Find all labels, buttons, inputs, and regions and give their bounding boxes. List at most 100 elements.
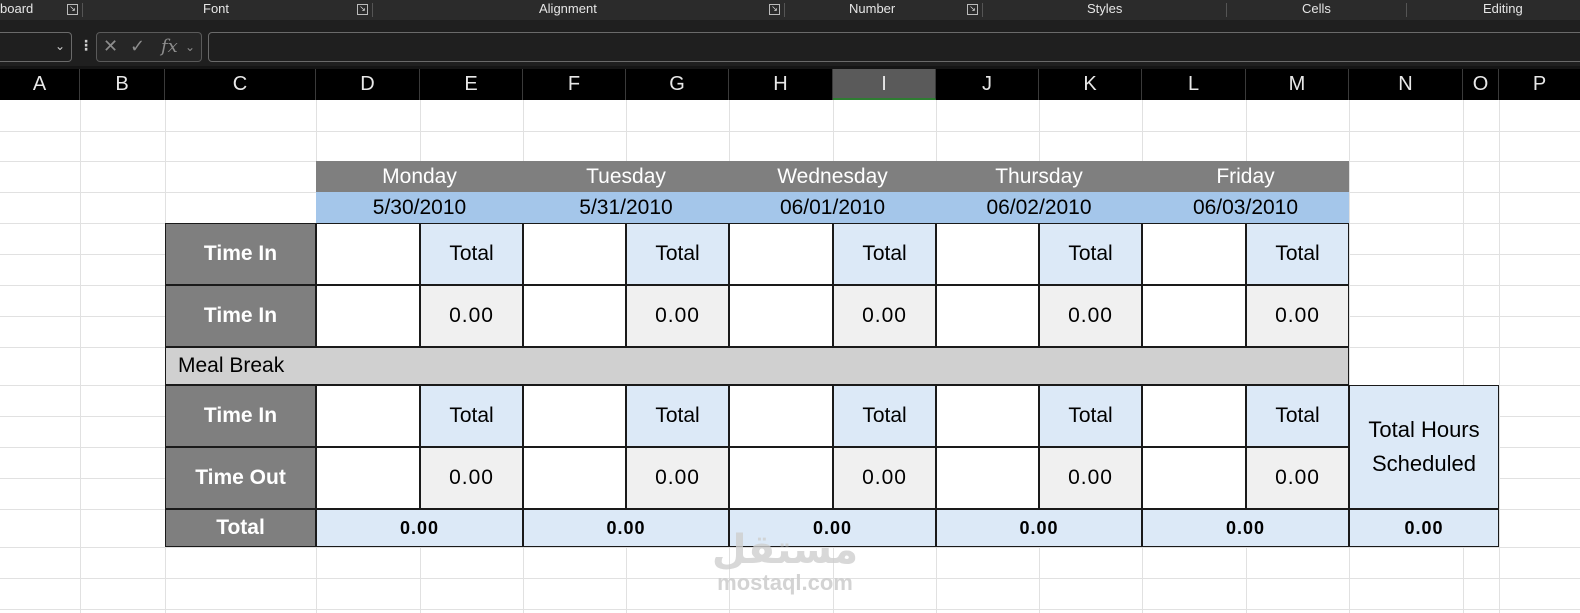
subtotal-value-cell[interactable]: 0.00 (1039, 285, 1142, 347)
time-entry-cell[interactable] (1142, 447, 1246, 509)
time-entry-cell[interactable] (523, 385, 626, 447)
day-total-tuesday[interactable]: 0.00 (523, 509, 729, 547)
day-total-monday[interactable]: 0.00 (316, 509, 523, 547)
time-entry-cell[interactable] (316, 385, 420, 447)
date-cell-thursday[interactable]: 06/02/2010 (936, 192, 1142, 223)
column-header-l[interactable]: L (1142, 69, 1246, 100)
column-header-g[interactable]: G (626, 69, 729, 100)
total-label-cell[interactable]: Total (1039, 385, 1142, 447)
date-cell-friday[interactable]: 06/03/2010 (1142, 192, 1349, 223)
insert-function-icon[interactable]: fx (161, 36, 178, 57)
column-header-d[interactable]: D (316, 69, 420, 100)
subtotal-value-cell[interactable]: 0.00 (1246, 285, 1349, 347)
date-cell-tuesday[interactable]: 5/31/2010 (523, 192, 729, 223)
subtotal-value-cell[interactable]: 0.00 (420, 447, 523, 509)
ribbon-separator (1406, 3, 1407, 17)
chevron-down-icon[interactable]: ⌄ (185, 40, 195, 54)
subtotal-value-cell[interactable]: 0.00 (420, 285, 523, 347)
time-entry-cell[interactable] (729, 447, 833, 509)
row-label-time-out[interactable]: Time Out (165, 447, 316, 509)
column-header-m[interactable]: M (1246, 69, 1349, 100)
subtotal-value-cell[interactable]: 0.00 (626, 285, 729, 347)
formula-input[interactable] (208, 32, 1580, 62)
time-entry-cell[interactable] (316, 285, 420, 347)
column-header-h[interactable]: H (729, 69, 833, 100)
font-dialog-launcher-icon[interactable]: ↘ (357, 4, 368, 15)
ribbon-separator (82, 3, 83, 17)
close-icon[interactable]: ✕ (103, 36, 118, 57)
time-entry-cell[interactable] (1142, 285, 1246, 347)
total-label-cell[interactable]: Total (1246, 223, 1349, 285)
time-entry-cell[interactable] (523, 447, 626, 509)
column-header-p[interactable]: P (1499, 69, 1580, 100)
alignment-dialog-launcher-icon[interactable]: ↘ (769, 4, 780, 15)
column-header-e[interactable]: E (420, 69, 523, 100)
total-label-cell[interactable]: Total (626, 385, 729, 447)
column-header-a[interactable]: A (0, 69, 80, 100)
row-label-time-in[interactable]: Time In (165, 385, 316, 447)
day-total-thursday[interactable]: 0.00 (936, 509, 1142, 547)
gridline (0, 578, 1580, 579)
day-header-tuesday[interactable]: Tuesday (523, 161, 729, 192)
total-hours-label-line2: Scheduled (1372, 451, 1476, 476)
ribbon-group-font: Font (203, 1, 230, 16)
column-headers: A B C D E F G H I J K L M N O P (0, 69, 1580, 100)
column-header-k[interactable]: K (1039, 69, 1142, 100)
time-entry-cell[interactable] (523, 223, 626, 285)
more-options-icon[interactable]: ⋮ (79, 37, 93, 54)
time-entry-cell[interactable] (729, 285, 833, 347)
subtotal-value-cell[interactable]: 0.00 (626, 447, 729, 509)
chevron-down-icon[interactable]: ⌄ (55, 39, 65, 53)
total-label-cell[interactable]: Total (626, 223, 729, 285)
day-header-wednesday[interactable]: Wednesday (729, 161, 936, 192)
time-entry-cell[interactable] (523, 285, 626, 347)
total-label-cell[interactable]: Total (1039, 223, 1142, 285)
check-icon[interactable]: ✓ (130, 36, 145, 57)
meal-break-row[interactable]: Meal Break (165, 347, 1349, 385)
day-header-monday[interactable]: Monday (316, 161, 523, 192)
column-header-c[interactable]: C (165, 69, 316, 100)
time-entry-cell[interactable] (936, 385, 1039, 447)
column-header-i[interactable]: I (833, 69, 936, 100)
total-hours-scheduled-label[interactable]: Total Hours Scheduled (1349, 385, 1499, 509)
column-header-b[interactable]: B (80, 69, 165, 100)
column-header-o[interactable]: O (1463, 69, 1499, 100)
total-label-cell[interactable]: Total (420, 385, 523, 447)
row-label-time-in[interactable]: Time In (165, 285, 316, 347)
column-header-j[interactable]: J (936, 69, 1039, 100)
number-dialog-launcher-icon[interactable]: ↘ (967, 4, 978, 15)
name-box[interactable]: ⌄ (0, 32, 72, 62)
subtotal-value-cell[interactable]: 0.00 (1039, 447, 1142, 509)
date-cell-wednesday[interactable]: 06/01/2010 (729, 192, 936, 223)
day-total-friday[interactable]: 0.00 (1142, 509, 1349, 547)
day-header-friday[interactable]: Friday (1142, 161, 1349, 192)
time-entry-cell[interactable] (316, 447, 420, 509)
time-entry-cell[interactable] (1142, 385, 1246, 447)
time-entry-cell[interactable] (729, 223, 833, 285)
time-entry-cell[interactable] (936, 223, 1039, 285)
total-label-cell[interactable]: Total (1246, 385, 1349, 447)
subtotal-value-cell[interactable]: 0.00 (833, 447, 936, 509)
subtotal-value-cell[interactable]: 0.00 (833, 285, 936, 347)
date-cell-monday[interactable]: 5/30/2010 (316, 192, 523, 223)
time-entry-cell[interactable] (729, 385, 833, 447)
day-header-thursday[interactable]: Thursday (936, 161, 1142, 192)
clipboard-dialog-launcher-icon[interactable]: ↘ (67, 4, 78, 15)
column-header-f[interactable]: F (523, 69, 626, 100)
time-entry-cell[interactable] (1142, 223, 1246, 285)
total-label-cell[interactable]: Total (833, 385, 936, 447)
ribbon-group-number: Number (849, 1, 896, 16)
row-label-total[interactable]: Total (165, 509, 316, 547)
column-header-n[interactable]: N (1349, 69, 1463, 100)
total-label-cell[interactable]: Total (833, 223, 936, 285)
time-entry-cell[interactable] (936, 285, 1039, 347)
total-hours-value[interactable]: 0.00 (1349, 509, 1499, 547)
subtotal-value-cell[interactable]: 0.00 (1246, 447, 1349, 509)
total-label-cell[interactable]: Total (420, 223, 523, 285)
time-entry-cell[interactable] (936, 447, 1039, 509)
gridline (0, 131, 1580, 132)
time-entry-cell[interactable] (316, 223, 420, 285)
ribbon-group-alignment: Alignment (539, 1, 597, 16)
row-label-time-in[interactable]: Time In (165, 223, 316, 285)
day-total-wednesday[interactable]: 0.00 (729, 509, 936, 547)
